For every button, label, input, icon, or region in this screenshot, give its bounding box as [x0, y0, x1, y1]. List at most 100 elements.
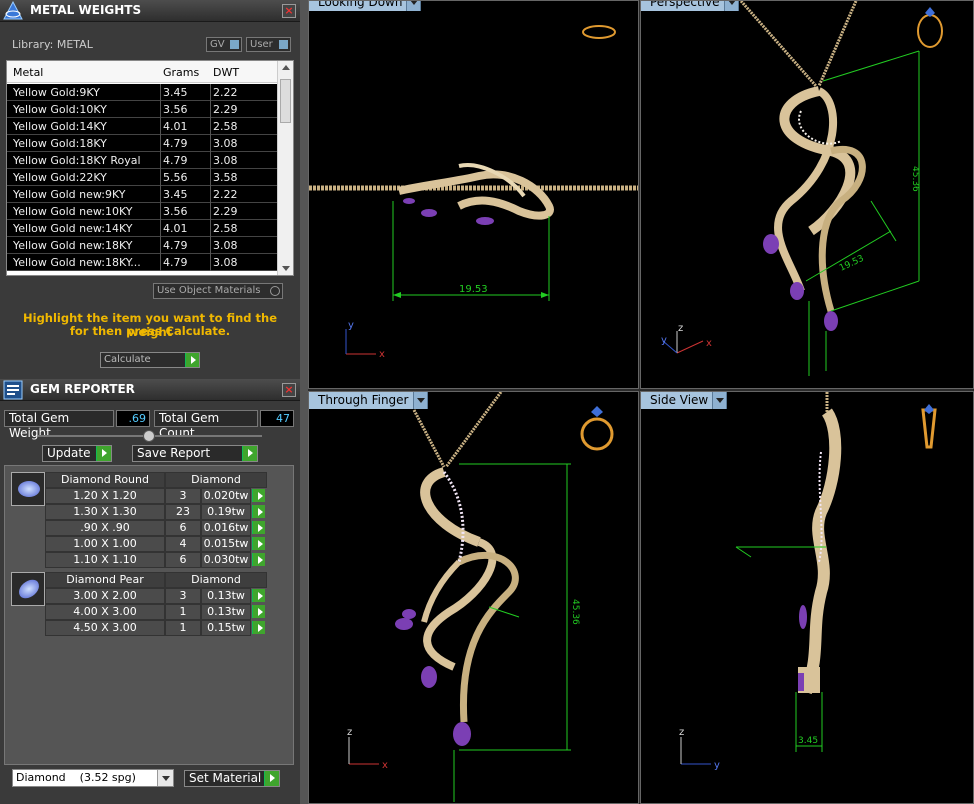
chevron-down-icon[interactable]: [712, 392, 727, 409]
gem-count: 1: [165, 604, 201, 620]
close-icon[interactable]: ×: [282, 4, 296, 18]
column-divider: [210, 101, 211, 118]
select-gems-button[interactable]: [252, 553, 265, 566]
gem-weight: 0.15tw: [201, 620, 251, 636]
close-icon[interactable]: ×: [282, 383, 296, 397]
metal-name: Yellow Gold:22KY: [13, 171, 107, 184]
table-row[interactable]: Yellow Gold new:10KY 3.56 2.29: [7, 203, 279, 220]
metal-dwt: 3.58: [213, 171, 238, 184]
column-divider: [160, 169, 161, 186]
column-header-metal[interactable]: Metal: [13, 66, 43, 79]
gem-count: 6: [165, 552, 201, 568]
metal-name: Yellow Gold new:18KY: [13, 239, 133, 252]
table-row[interactable]: Yellow Gold new:9KY 3.45 2.22: [7, 186, 279, 203]
metal-table[interactable]: Metal Grams DWT Yellow Gold:9KY 3.45 2.22 Y…: [6, 60, 294, 276]
viewport-tab-perspective[interactable]: Perspective: [641, 1, 739, 11]
column-header-grams[interactable]: Grams: [163, 66, 199, 79]
chevron-down-icon[interactable]: [412, 392, 427, 409]
total-gem-weight-label: Total Gem Weight: [4, 410, 114, 440]
scroll-down-icon[interactable]: [282, 266, 290, 271]
set-material-label: Set Material: [189, 771, 262, 785]
table-row[interactable]: Yellow Gold:10KY 3.56 2.29: [7, 101, 279, 118]
select-gems-button[interactable]: [252, 505, 265, 518]
side-view-scene: 3.45 y z: [679, 392, 937, 771]
use-object-materials-button[interactable]: Use Object Materials: [153, 283, 283, 299]
viewport-through-finger[interactable]: 45.36 x z Through Finger: [308, 391, 639, 804]
viewport-title: Through Finger: [318, 393, 409, 407]
column-divider: [210, 118, 211, 135]
ring-thumbnail-icon[interactable]: [921, 408, 937, 449]
use-object-materials-label: Use Object Materials: [157, 285, 261, 296]
table-row[interactable]: Yellow Gold:9KY 3.45 2.22: [7, 84, 279, 101]
viewport-title: Side View: [650, 393, 709, 407]
column-divider: [160, 101, 161, 118]
panel-divider[interactable]: [300, 0, 308, 804]
gem-count: 1: [165, 620, 201, 636]
size-slider-handle[interactable]: [143, 430, 155, 442]
svg-text:x: x: [706, 338, 712, 349]
metal-dwt: 2.58: [213, 222, 238, 235]
gv-button[interactable]: GV: [206, 37, 242, 52]
viewport-tab-through-finger[interactable]: Through Finger: [309, 392, 428, 409]
ring-thumbnail-icon[interactable]: [582, 25, 616, 39]
round-gem-icon[interactable]: [11, 472, 45, 506]
table-row[interactable]: Yellow Gold:18KY Royal 4.79 3.08: [7, 152, 279, 169]
table-row[interactable]: Yellow Gold new:14KY 4.01 2.58: [7, 220, 279, 237]
table-row[interactable]: Yellow Gold:18KY 4.79 3.08: [7, 135, 279, 152]
gem-count: 3: [165, 488, 201, 504]
column-header-dwt[interactable]: DWT: [213, 66, 239, 79]
metal-grams: 3.56: [163, 103, 188, 116]
select-gems-button[interactable]: [252, 489, 265, 502]
update-button[interactable]: Update: [42, 445, 112, 462]
column-divider: [160, 135, 161, 152]
metal-name: Yellow Gold:14KY: [13, 120, 107, 133]
metal-dwt: 2.22: [213, 86, 238, 99]
app-logo-icon: [3, 1, 23, 20]
pear-gem-icon[interactable]: [11, 572, 45, 606]
material-select[interactable]: Diamond (3.52 spg): [12, 769, 174, 787]
column-divider: [160, 118, 161, 135]
metal-table-body: Yellow Gold:9KY 3.45 2.22 Yellow Gold:10KY 3…: [7, 84, 279, 271]
column-divider: [160, 203, 161, 220]
select-gems-button[interactable]: [252, 521, 265, 534]
metal-grams: 5.56: [163, 171, 188, 184]
select-gems-button[interactable]: [252, 589, 265, 602]
user-button[interactable]: User: [246, 37, 291, 52]
scroll-thumb[interactable]: [280, 79, 291, 123]
ring-thumbnail-icon[interactable]: [917, 14, 943, 48]
chevron-down-icon[interactable]: [406, 1, 421, 11]
gem-material-label: Diamond: [165, 572, 267, 588]
select-gems-button[interactable]: [252, 605, 265, 618]
chevron-down-icon[interactable]: [723, 1, 738, 11]
ring-thumbnail-icon[interactable]: [580, 417, 614, 451]
select-gems-button[interactable]: [252, 621, 265, 634]
hint-line-2: for then press Calculate.: [69, 324, 231, 338]
set-material-button[interactable]: Set Material: [184, 770, 280, 787]
table-row[interactable]: Yellow Gold:22KY 5.56 3.58: [7, 169, 279, 186]
gem-report-icon: [3, 380, 23, 400]
scroll-up-icon[interactable]: [282, 65, 290, 70]
gem-size: 3.00 X 2.00: [45, 588, 165, 604]
viewport-tab-side-view[interactable]: Side View: [641, 392, 728, 409]
gem-size: .90 X .90: [45, 520, 165, 536]
chevron-down-icon[interactable]: [157, 770, 173, 786]
metal-dwt: 3.08: [213, 137, 238, 150]
viewport-side-view[interactable]: 3.45 y z Side View: [640, 391, 974, 804]
metal-dwt: 3.08: [213, 256, 238, 269]
viewport-looking-down[interactable]: 19.53 x y Looking Down: [308, 0, 639, 389]
select-gems-button[interactable]: [252, 537, 265, 550]
gem-count: 6: [165, 520, 201, 536]
table-row[interactable]: Yellow Gold new:18KY... 4.79 3.08: [7, 254, 279, 271]
viewport-tab-looking-down[interactable]: Looking Down: [309, 1, 422, 11]
table-row[interactable]: Yellow Gold:14KY 4.01 2.58: [7, 118, 279, 135]
viewport-perspective[interactable]: 19.53 45.36 x z y Perspective: [640, 0, 974, 389]
save-report-button[interactable]: Save Report: [132, 445, 258, 462]
dimension-label-a: 19.53: [838, 254, 866, 274]
side-panel: METAL WEIGHTS × Library: METAL GV User M…: [0, 0, 300, 804]
metal-table-scrollbar[interactable]: [277, 61, 293, 275]
calculate-button[interactable]: Calculate: [100, 352, 200, 368]
metal-name: Yellow Gold:18KY: [13, 137, 107, 150]
column-divider: [210, 237, 211, 254]
total-gem-weight-value: .69: [116, 410, 150, 427]
table-row[interactable]: Yellow Gold new:18KY 4.79 3.08: [7, 237, 279, 254]
